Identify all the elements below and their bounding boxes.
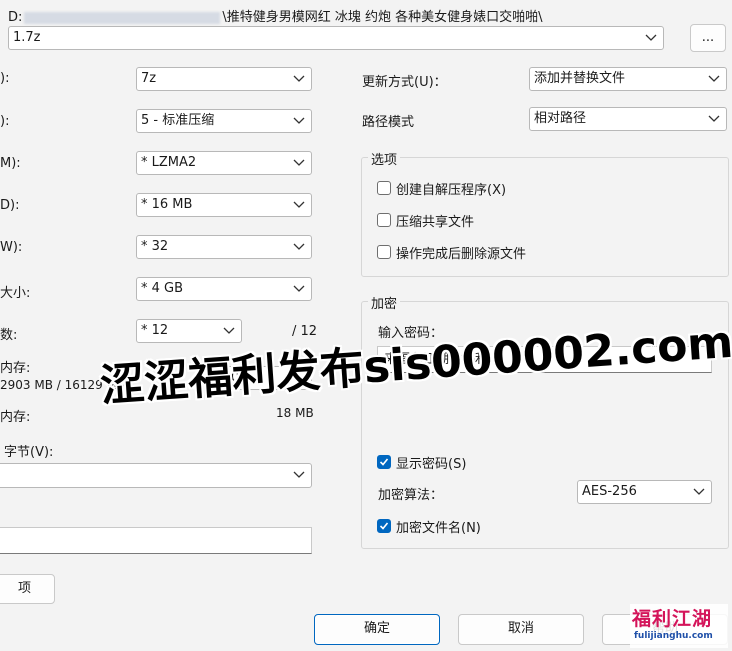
checkmark-icon <box>379 458 389 466</box>
chevron-down-icon <box>223 320 235 342</box>
archive-path-text: \推特健身男模网红 冰塊 约炮 各种美女健身婊口交啪啪\ <box>222 10 543 25</box>
encrypt-names-checkbox[interactable] <box>377 519 391 533</box>
encryption-method-label: 加密算法： <box>378 488 444 503</box>
threads-select[interactable]: * 12 <box>136 319 242 343</box>
archive-name-value: 1.7z <box>13 30 41 45</box>
split-volume-combo[interactable] <box>0 463 312 488</box>
threads-label: 数: <box>0 328 18 343</box>
word-size-value: * 32 <box>141 239 169 254</box>
chevron-down-icon <box>708 108 720 130</box>
encryption-group-title: 加密 <box>368 293 401 312</box>
chevron-down-icon <box>293 110 305 132</box>
shared-files-label[interactable]: 压缩共享文件 <box>396 211 474 230</box>
delete-after-label[interactable]: 操作完成后删除源文件 <box>396 243 526 262</box>
method-label: M): <box>0 156 21 171</box>
path-mode-value: 相对路径 <box>534 111 587 126</box>
update-mode-label: 更新方式(U)： <box>362 75 447 90</box>
options-button[interactable]: 项 <box>0 574 55 604</box>
show-password-label[interactable]: 显示密码(S) <box>396 453 466 472</box>
archive-path-prefix: D: <box>8 10 23 25</box>
compression-level-select[interactable]: 5 - 标准压缩 <box>136 109 312 133</box>
dictionary-label: D): <box>0 198 20 213</box>
ok-button[interactable]: 确定 <box>314 614 440 645</box>
chevron-down-icon <box>708 68 720 90</box>
chevron-down-icon <box>293 68 305 90</box>
dictionary-size-select[interactable]: * 16 MB <box>136 193 312 217</box>
solid-block-label: 大小: <box>0 286 31 301</box>
compression-level-value: 5 - 标准压缩 <box>141 113 215 128</box>
path-mode-select[interactable]: 相对路径 <box>529 107 727 131</box>
chevron-down-icon <box>645 27 657 49</box>
chevron-down-icon <box>293 152 305 174</box>
sfx-checkbox[interactable] <box>377 181 391 195</box>
level-label: ): <box>0 114 10 129</box>
encrypt-names-label[interactable]: 加密文件名(N) <box>396 517 481 536</box>
archive-name-combo[interactable]: 1.7z <box>8 26 664 50</box>
parameters-input[interactable] <box>0 527 312 554</box>
compression-method-value: * LZMA2 <box>141 155 197 170</box>
browse-button[interactable]: ... <box>690 24 726 52</box>
encryption-method-select[interactable]: AES-256 <box>577 480 712 504</box>
dictionary-size-value: * 16 MB <box>141 197 193 212</box>
word-size-select[interactable]: * 32 <box>136 235 312 259</box>
chevron-down-icon <box>293 464 305 486</box>
word-size-label: W): <box>0 240 23 255</box>
chevron-down-icon <box>293 194 305 216</box>
update-mode-value: 添加并替换文件 <box>534 71 626 86</box>
site-logo-text: 福利江湖 <box>632 608 713 630</box>
update-mode-select[interactable]: 添加并替换文件 <box>529 67 727 91</box>
options-group-title: 选项 <box>368 149 401 168</box>
show-password-checkbox[interactable] <box>377 455 391 469</box>
solid-block-value: * 4 GB <box>141 281 184 296</box>
checkmark-icon <box>379 522 389 530</box>
threads-value: * 12 <box>141 323 169 338</box>
archive-path-label: D: \推特健身男模网红 冰塊 约炮 各种美女健身婊口交啪啪\ <box>8 6 543 25</box>
path-mode-label: 路径模式 <box>362 115 415 130</box>
decompress-memory-value: 18 MB <box>276 406 314 420</box>
chevron-down-icon <box>293 236 305 258</box>
encryption-method-value: AES-256 <box>582 484 637 499</box>
shared-files-checkbox[interactable] <box>377 213 391 227</box>
site-logo: 福利江湖 fulijianghu.com <box>630 604 728 648</box>
solid-block-select[interactable]: * 4 GB <box>136 277 312 301</box>
site-logo-url: fulijianghu.com <box>634 631 713 641</box>
chevron-down-icon <box>293 278 305 300</box>
delete-after-checkbox[interactable] <box>377 245 391 259</box>
cancel-button[interactable]: 取消 <box>458 614 584 645</box>
chevron-down-icon <box>693 481 705 503</box>
decompress-memory-label: 内存: <box>0 410 31 425</box>
split-volume-label: 字节(V): <box>4 445 54 460</box>
format-label: ): <box>0 71 10 86</box>
archive-format-value: 7z <box>141 71 157 86</box>
compression-method-select[interactable]: * LZMA2 <box>136 151 312 175</box>
sfx-label[interactable]: 创建自解压程序(X) <box>396 179 506 198</box>
archive-format-select[interactable]: 7z <box>136 67 312 91</box>
blurred-path-segment <box>24 11 221 24</box>
memory-usage-label: 内存: <box>0 361 31 376</box>
